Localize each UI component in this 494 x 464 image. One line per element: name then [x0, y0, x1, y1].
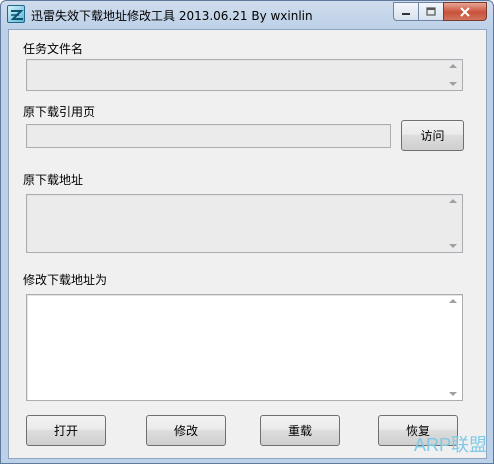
scroll-up-icon[interactable]: [449, 199, 457, 203]
task-filename-field[interactable]: [26, 59, 463, 91]
visit-button[interactable]: 访问: [401, 120, 464, 151]
referer-label: 原下载引用页: [23, 105, 96, 119]
watermark-logo: ARP联盟: [413, 435, 487, 455]
orig-url-field[interactable]: [26, 194, 463, 253]
app-icon: [7, 5, 25, 23]
new-url-label: 修改下载地址为: [23, 273, 108, 287]
reload-button[interactable]: 重载: [260, 415, 340, 446]
referer-field[interactable]: [26, 124, 391, 148]
close-icon: [460, 6, 470, 17]
task-filename-label: 任务文件名: [23, 42, 84, 56]
orig-url-scrollbar[interactable]: [445, 195, 462, 252]
scroll-down-icon[interactable]: [449, 244, 457, 248]
minimize-button[interactable]: [393, 2, 419, 21]
app-window: 迅雷失效下载地址修改工具 2013.06.21 By wxinlin 任务文件名: [0, 0, 494, 464]
new-url-field[interactable]: [26, 294, 463, 401]
scroll-up-icon[interactable]: [449, 64, 457, 68]
caption-buttons: [393, 2, 487, 21]
window-title: 迅雷失效下载地址修改工具 2013.06.21 By wxinlin: [31, 9, 313, 23]
task-filename-scrollbar[interactable]: [445, 60, 462, 90]
new-url-scrollbar[interactable]: [445, 295, 462, 400]
client-area: 任务文件名 原下载引用页 访问 原下载地址 修改下载地址为 打开 修改 重载 恢…: [8, 29, 487, 459]
maximize-icon: [426, 7, 436, 16]
orig-url-label: 原下载地址: [23, 173, 84, 187]
minimize-icon: [402, 12, 410, 15]
open-button[interactable]: 打开: [26, 415, 106, 446]
scroll-up-icon[interactable]: [449, 299, 457, 303]
maximize-button[interactable]: [418, 2, 444, 21]
modify-button[interactable]: 修改: [146, 415, 226, 446]
scroll-down-icon[interactable]: [449, 392, 457, 396]
title-bar[interactable]: 迅雷失效下载地址修改工具 2013.06.21 By wxinlin: [1, 1, 493, 29]
close-button[interactable]: [443, 2, 487, 21]
scroll-down-icon[interactable]: [449, 82, 457, 86]
